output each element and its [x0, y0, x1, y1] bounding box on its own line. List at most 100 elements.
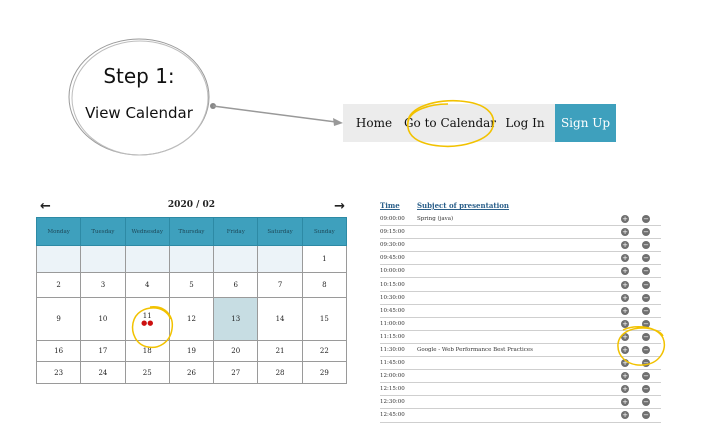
- remove-slot-icon[interactable]: −: [642, 372, 650, 381]
- remove-slot-icon[interactable]: −: [642, 228, 650, 237]
- nav-signup-button[interactable]: Sign Up: [555, 104, 616, 142]
- calendar-day[interactable]: 1: [301, 245, 348, 273]
- schedule-row: 10:30:00 + −: [380, 292, 661, 305]
- add-slot-icon[interactable]: +: [621, 228, 629, 237]
- calendar-day[interactable]: 16: [35, 340, 82, 362]
- calendar-day[interactable]: 24: [80, 361, 126, 384]
- calendar-day-empty: [257, 245, 303, 273]
- calendar-day[interactable]: 4: [124, 272, 170, 298]
- calendar-day[interactable]: 26: [168, 361, 215, 384]
- add-slot-icon[interactable]: +: [621, 306, 629, 315]
- add-slot-icon[interactable]: +: [621, 241, 629, 250]
- add-slot-icon[interactable]: +: [621, 359, 629, 368]
- calendar-day[interactable]: 22: [301, 340, 348, 362]
- time-column-header[interactable]: Time: [380, 201, 417, 213]
- calendar-day[interactable]: 23: [35, 361, 82, 384]
- schedule-row: 12:45:00 + −: [380, 409, 661, 423]
- slot-time: 10:00:00: [380, 268, 405, 275]
- calendar-day[interactable]: 19: [168, 340, 215, 362]
- nav-calendar-link[interactable]: Go to Calendar: [404, 104, 496, 142]
- remove-slot-icon[interactable]: −: [642, 267, 650, 276]
- add-slot-icon[interactable]: +: [621, 345, 629, 354]
- remove-slot-icon[interactable]: −: [642, 306, 650, 315]
- slot-actions: + −: [617, 411, 661, 420]
- calendar-day[interactable]: 6: [213, 272, 259, 298]
- slot-actions: + −: [617, 372, 661, 381]
- slot-actions: + −: [617, 332, 661, 341]
- slot-time: 11:15:00: [380, 333, 405, 340]
- calendar-day[interactable]: 8: [301, 272, 348, 298]
- schedule-row: 12:00:00 + −: [380, 370, 661, 384]
- calendar-day[interactable]: 7: [257, 272, 303, 298]
- add-slot-icon[interactable]: +: [621, 411, 629, 420]
- add-slot-icon[interactable]: +: [621, 332, 629, 341]
- remove-slot-icon[interactable]: −: [642, 215, 650, 224]
- remove-slot-icon[interactable]: −: [642, 345, 650, 354]
- calendar-day[interactable]: 29: [301, 361, 348, 384]
- slot-time: 09:15:00: [380, 229, 405, 236]
- add-slot-icon[interactable]: +: [621, 215, 629, 224]
- calendar-widget: ← 2020 / 02 → Monday Tuesday Wednesday T…: [35, 197, 348, 384]
- nav-home-link[interactable]: Home: [343, 104, 405, 142]
- schedule-row: 11:45:00 + −: [380, 357, 661, 371]
- calendar-day[interactable]: 17: [80, 340, 126, 362]
- remove-slot-icon[interactable]: −: [642, 280, 650, 289]
- nav-login-link[interactable]: Log In: [495, 104, 555, 142]
- remove-slot-icon[interactable]: −: [642, 385, 650, 394]
- calendar-day[interactable]: 9: [35, 297, 82, 341]
- add-slot-icon[interactable]: +: [621, 293, 629, 302]
- slot-time: 12:30:00: [380, 399, 405, 406]
- slot-actions: + −: [617, 306, 661, 315]
- next-month-arrow-icon[interactable]: →: [334, 199, 345, 214]
- weekday-header: Monday: [35, 217, 82, 246]
- calendar-day[interactable]: 12: [168, 297, 215, 341]
- remove-slot-icon[interactable]: −: [642, 332, 650, 341]
- slot-actions: + −: [617, 319, 661, 328]
- calendar-day-with-events[interactable]: 11 ●●: [124, 297, 170, 341]
- remove-slot-icon[interactable]: −: [642, 241, 650, 250]
- schedule-row: 09:15:00 + −: [380, 226, 661, 240]
- remove-slot-icon[interactable]: −: [642, 293, 650, 302]
- add-slot-icon[interactable]: +: [621, 254, 629, 263]
- slot-actions: + −: [617, 241, 661, 250]
- remove-slot-icon[interactable]: −: [642, 398, 650, 407]
- schedule-panel: Time Subject of presentation 09:00:00 Spr…: [380, 201, 661, 423]
- remove-slot-icon[interactable]: −: [642, 319, 650, 328]
- calendar-grid: Monday Tuesday Wednesday Thursday Friday…: [35, 217, 348, 384]
- calendar-day-empty: [80, 245, 126, 273]
- schedule-row: 10:45:00 + −: [380, 305, 661, 318]
- add-slot-icon[interactable]: +: [621, 372, 629, 381]
- slot-time: 09:30:00: [380, 242, 405, 249]
- slot-actions: + −: [617, 359, 661, 368]
- add-slot-icon[interactable]: +: [621, 319, 629, 328]
- calendar-day-empty: [168, 245, 215, 273]
- slot-time: 11:45:00: [380, 360, 405, 367]
- calendar-day[interactable]: 21: [257, 340, 303, 362]
- add-slot-icon[interactable]: +: [621, 385, 629, 394]
- slot-actions: + −: [617, 228, 661, 237]
- subject-column-header[interactable]: Subject of presentation: [417, 201, 509, 213]
- remove-slot-icon[interactable]: −: [642, 254, 650, 263]
- calendar-day[interactable]: 25: [124, 361, 170, 384]
- calendar-day[interactable]: 20: [213, 340, 259, 362]
- calendar-day[interactable]: 3: [80, 272, 126, 298]
- calendar-day[interactable]: 5: [168, 272, 215, 298]
- calendar-day[interactable]: 14: [257, 297, 303, 341]
- calendar-day[interactable]: 18: [124, 340, 170, 362]
- slot-time: 10:45:00: [380, 307, 405, 314]
- calendar-day[interactable]: 28: [257, 361, 303, 384]
- slot-time: 10:30:00: [380, 294, 405, 301]
- add-slot-icon[interactable]: +: [621, 280, 629, 289]
- calendar-day[interactable]: 27: [213, 361, 259, 384]
- remove-slot-icon[interactable]: −: [642, 359, 650, 368]
- calendar-day[interactable]: 15: [301, 297, 348, 341]
- remove-slot-icon[interactable]: −: [642, 411, 650, 420]
- calendar-day-selected[interactable]: 13: [213, 297, 259, 341]
- slot-subject: Google - Web Performance Best Practices: [417, 346, 533, 353]
- add-slot-icon[interactable]: +: [621, 398, 629, 407]
- slot-time: 11:00:00: [380, 320, 405, 327]
- calendar-day[interactable]: 2: [35, 272, 82, 298]
- calendar-day[interactable]: 10: [80, 297, 126, 341]
- add-slot-icon[interactable]: +: [621, 267, 629, 276]
- schedule-row: 11:15:00 + −: [380, 331, 661, 344]
